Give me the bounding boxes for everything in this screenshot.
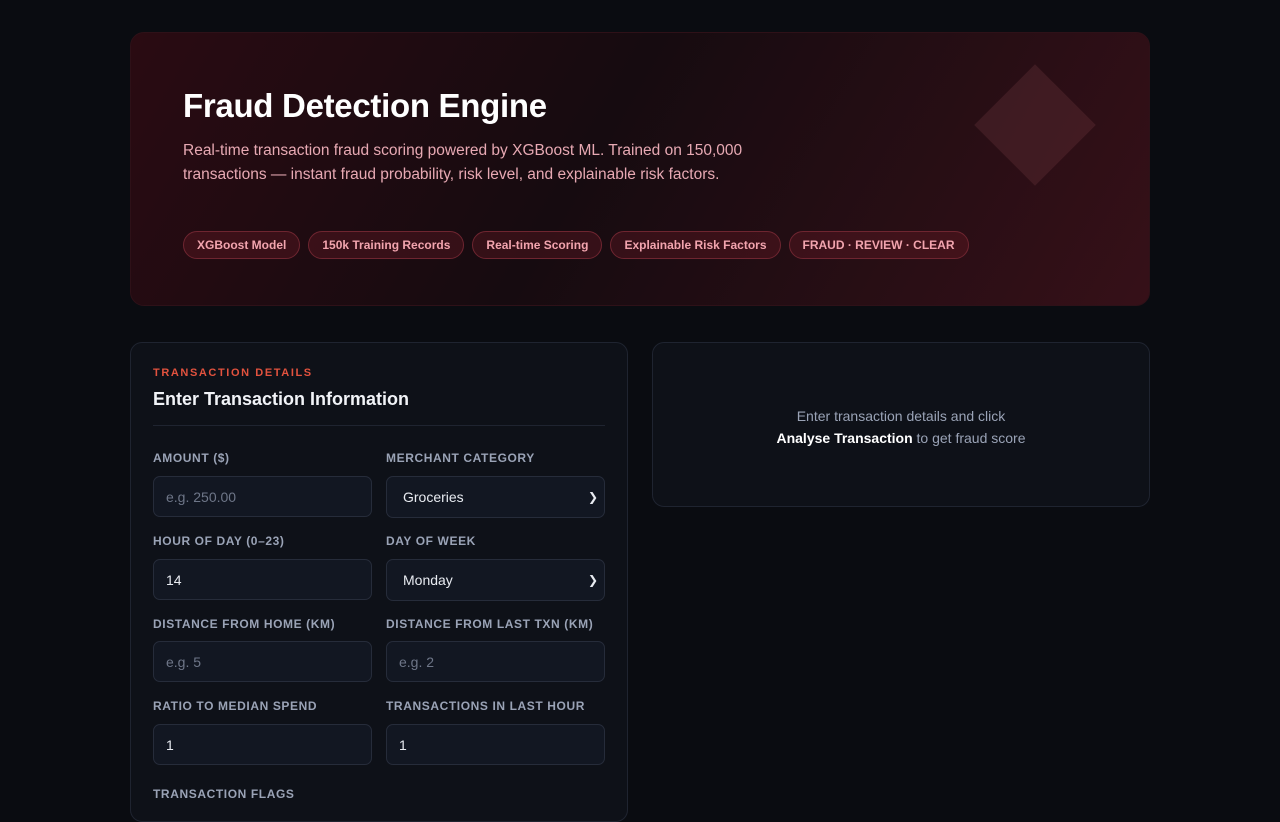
amount-input[interactable] bbox=[153, 476, 372, 517]
result-placeholder: Enter transaction details and click Anal… bbox=[653, 405, 1149, 449]
txn-last-hour-input[interactable] bbox=[386, 724, 605, 765]
hour-of-day-input[interactable] bbox=[153, 559, 372, 600]
day-of-week-select[interactable]: Monday ❯ bbox=[386, 559, 605, 601]
txn-last-hour-label: TRANSACTIONS IN LAST HOUR bbox=[386, 699, 585, 713]
section-kicker: TRANSACTION DETAILS bbox=[153, 367, 313, 379]
day-of-week-value: Monday bbox=[403, 572, 453, 588]
merchant-category-label: MERCHANT CATEGORY bbox=[386, 451, 535, 465]
distance-last-txn-input[interactable] bbox=[386, 641, 605, 682]
amount-label: AMOUNT ($) bbox=[153, 451, 230, 465]
merchant-category-value: Groceries bbox=[403, 489, 464, 505]
tag-verdict-levels: FRAUD · REVIEW · CLEAR bbox=[788, 231, 969, 259]
chevron-down-icon: ❯ bbox=[587, 490, 598, 504]
chevron-down-icon: ❯ bbox=[587, 573, 598, 587]
hero-tags: XGBoost Model 150k Training Records Real… bbox=[183, 231, 969, 259]
tag-xgboost-model: XGBoost Model bbox=[183, 231, 301, 259]
tag-training-records: 150k Training Records bbox=[308, 231, 465, 259]
transaction-form-card: TRANSACTION DETAILS Enter Transaction In… bbox=[130, 342, 628, 822]
distance-home-label: DISTANCE FROM HOME (KM) bbox=[153, 617, 336, 631]
distance-home-input[interactable] bbox=[153, 641, 372, 682]
form-title: Enter Transaction Information bbox=[153, 389, 410, 409]
ratio-median-label: RATIO TO MEDIAN SPEND bbox=[153, 699, 318, 713]
hero-banner: Fraud Detection Engine Real-time transac… bbox=[130, 32, 1150, 306]
hero-description: Real-time transaction fraud scoring powe… bbox=[183, 142, 743, 183]
result-card: Enter transaction details and click Anal… bbox=[652, 342, 1150, 507]
analyse-action-text: Analyse Transaction bbox=[776, 430, 913, 446]
ratio-median-input[interactable] bbox=[153, 724, 372, 765]
hour-of-day-label: HOUR OF DAY (0–23) bbox=[153, 534, 285, 548]
page-title: Fraud Detection Engine bbox=[183, 87, 547, 124]
result-line-2: to get fraud score bbox=[912, 430, 1026, 446]
result-line-1: Enter transaction details and click bbox=[796, 408, 1006, 424]
transaction-flags-label: TRANSACTION FLAGS bbox=[153, 787, 295, 801]
day-of-week-label: DAY OF WEEK bbox=[386, 534, 476, 548]
tag-explainable-risk: Explainable Risk Factors bbox=[610, 231, 781, 259]
divider bbox=[153, 425, 605, 426]
tag-realtime-scoring: Real-time Scoring bbox=[472, 231, 603, 259]
diamond-decoration-icon bbox=[974, 64, 1096, 186]
merchant-category-select[interactable]: Groceries ❯ bbox=[386, 476, 605, 518]
distance-last-txn-label: DISTANCE FROM LAST TXN (KM) bbox=[386, 617, 594, 631]
